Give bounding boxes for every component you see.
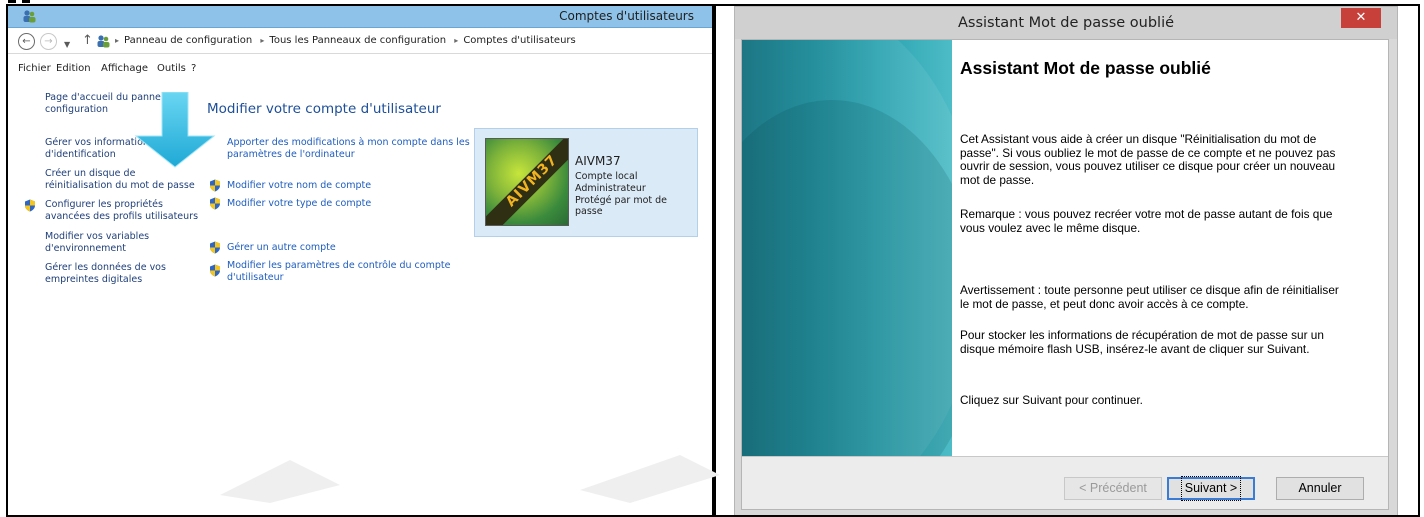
link-line: Modifier les paramètres de contrôle du c… (227, 260, 451, 271)
link-line: paramètres de l'ordinateur (227, 148, 355, 160)
menu-item-help[interactable]: ? (191, 63, 196, 74)
recent-pages-chevron-icon[interactable]: ▼ (64, 37, 70, 53)
wizard-warning-text: Avertissement : toute personne peut util… (960, 283, 1339, 311)
forward-arrow-icon[interactable]: → (40, 33, 57, 50)
previous-button[interactable]: < Précédent (1064, 477, 1162, 500)
page-edge-mark (8, 0, 16, 3)
avatar-logo-text: AIVM37 (502, 151, 562, 211)
breadcrumb: ▸ Panneau de configuration ▸ Tous les Pann… (115, 35, 576, 46)
users-app-icon (23, 10, 36, 23)
close-icon[interactable]: ✕ (1341, 8, 1381, 28)
sidebar-link-line: Créer un disque de (45, 168, 136, 179)
menu-item-view[interactable]: Affichage (101, 63, 148, 74)
sidebar-link-line: réinitialisation du mot de passe (45, 179, 195, 191)
control-panel-titlebar[interactable]: Comptes d'utilisateurs (8, 6, 712, 28)
menu-bar: Fichier Edition Affichage Outils ? (8, 60, 712, 80)
up-arrow-icon[interactable]: ↑ (82, 33, 93, 49)
cancel-button[interactable]: Annuler (1276, 477, 1364, 500)
account-status: Protégé par mot de passe (575, 195, 667, 217)
rename-account-link[interactable]: Modifier votre nom de compte (227, 180, 371, 192)
sidebar-link-line: Configurer les propriétés (45, 199, 163, 210)
menu-item-edit[interactable]: Edition (56, 63, 91, 74)
previous-button-label: < Précédent (1079, 481, 1147, 495)
settings-link[interactable]: Apporter des modifications à mon compte … (227, 137, 470, 160)
wizard-sidebar-graphic (742, 40, 952, 456)
address-bar: ← → ▼ ↑ ▸ Panneau de configuration ▸ Tous … (8, 28, 712, 54)
control-panel-screenshot: Comptes d'utilisateurs ← → ▼ ↑ ▸ Panneau … (6, 4, 714, 517)
sidebar-item-fingerprints[interactable]: Gérer les données de vos empreintes digi… (45, 262, 166, 285)
sidebar-link-line: d'environnement (45, 242, 127, 254)
sidebar-link-line: avancées des profils utilisateurs (45, 210, 199, 222)
sidebar-item-environment-variables[interactable]: Modifier vos variables d'environnement (45, 231, 149, 254)
account-name: AIVM37 (575, 154, 621, 168)
sidebar-link-line: Modifier vos variables (45, 231, 150, 242)
sidebar-item-profile-properties[interactable]: Configurer les propriétés avancées des p… (45, 199, 198, 222)
link-line: Apporter des modifications à mon compte … (227, 137, 470, 148)
account-type: Compte local (575, 171, 638, 182)
next-button-label: Suivant > (1180, 476, 1242, 501)
wizard-continue-text: Cliquez sur Suivant pour continuer. (960, 393, 1143, 407)
sidebar-decoration (742, 100, 952, 456)
next-button[interactable]: Suivant > (1167, 476, 1255, 501)
uac-settings-link[interactable]: Modifier les paramètres de contrôle du c… (227, 260, 450, 283)
wizard-window-title: Assistant Mot de passe oublié (957, 15, 1175, 31)
wizard-dialog: Assistant Mot de passe oublié ✕ Assistan… (734, 6, 1398, 515)
wizard-titlebar[interactable]: Assistant Mot de passe oublié ✕ (735, 7, 1397, 39)
back-arrow-icon[interactable]: ← (18, 33, 35, 50)
sidebar-link-line: Gérer les données de vos (45, 262, 166, 273)
breadcrumb-item[interactable]: Comptes d'utilisateurs (463, 35, 575, 46)
wizard-body: Assistant Mot de passe oublié Cet Assist… (741, 39, 1389, 510)
window-title: Comptes d'utilisateurs (559, 9, 694, 23)
link-line: d'utilisateur (227, 271, 284, 283)
manage-other-account-link[interactable]: Gérer un autre compte (227, 242, 336, 254)
change-account-type-link[interactable]: Modifier votre type de compte (227, 198, 371, 210)
breadcrumb-item[interactable]: Tous les Panneaux de configuration (269, 35, 446, 46)
page-title: Modifier votre compte d'utilisateur (207, 101, 441, 117)
account-role: Administrateur (575, 183, 646, 194)
page-edge-mark (22, 0, 30, 3)
uac-shield-icon (210, 241, 220, 254)
document-page: Comptes d'utilisateurs ← → ▼ ↑ ▸ Panneau … (0, 0, 1424, 517)
uac-shield-icon (210, 264, 220, 277)
uac-shield-icon (25, 199, 35, 212)
breadcrumb-item[interactable]: Panneau de configuration (124, 35, 252, 46)
wizard-usb-text: Pour stocker les informations de récupér… (960, 328, 1324, 356)
wizard-intro-text: Cet Assistant vous aide à créer un disqu… (960, 132, 1336, 187)
annotation-arrow-icon (134, 92, 216, 168)
wizard-button-bar: < Précédent Suivant > Annuler (742, 456, 1388, 509)
menu-item-tools[interactable]: Outils (157, 63, 186, 74)
account-card: AIVM37 AIVM37 Compte local Administrateu… (474, 128, 698, 237)
sidebar-item-reset-disk[interactable]: Créer un disque de réinitialisation du m… (45, 168, 195, 191)
wizard-screenshot: Assistant Mot de passe oublié ✕ Assistan… (714, 4, 1420, 517)
menu-item-file[interactable]: Fichier (18, 63, 51, 74)
sidebar-link-line: empreintes digitales (45, 273, 143, 285)
control-panel-icon (97, 35, 110, 48)
uac-shield-icon (210, 179, 220, 192)
uac-shield-icon (210, 197, 220, 210)
avatar: AIVM37 (485, 138, 569, 226)
wizard-note-text: Remarque : vous pouvez recréer votre mot… (960, 207, 1333, 235)
cancel-button-label: Annuler (1298, 481, 1342, 495)
wizard-heading: Assistant Mot de passe oublié (960, 58, 1211, 78)
